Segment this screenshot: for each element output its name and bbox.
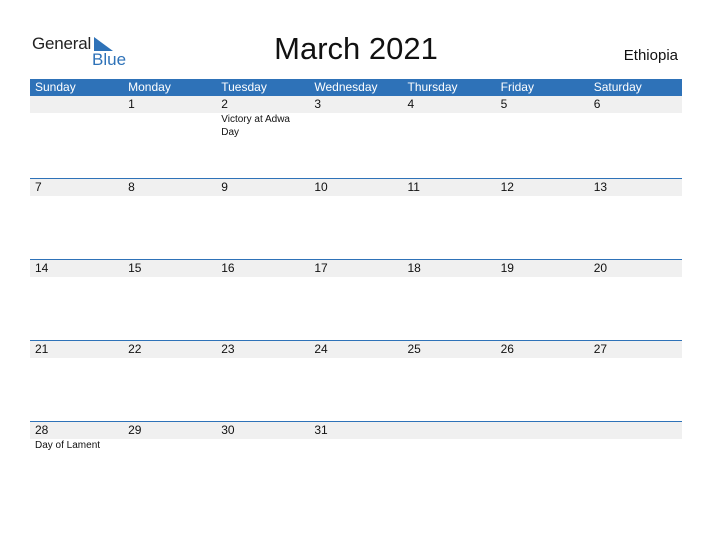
day-number: 6 [593,97,601,111]
day-cell: 17 [309,260,402,277]
day-number: 23 [221,342,235,356]
day-number: 8 [128,180,135,194]
weekday-wednesday: Wednesday [314,80,378,94]
day-number: 5 [500,97,508,111]
day-cell: 13 [589,179,682,196]
week-row: 14 15 16 17 18 19 20 [30,259,682,340]
day-cell: 3 [309,96,402,139]
day-cell: 16 [216,260,309,277]
day-number: 28 [35,423,49,437]
day-number: 21 [35,342,49,356]
day-cell: 4 [403,96,496,139]
weekday-sunday: Sunday [35,80,76,94]
day-number: 29 [128,423,142,437]
day-number: 31 [314,423,328,437]
day-number [408,422,496,439]
week-row: 1 2 Victory at Adwa Day 3 4 5 6 [30,96,682,178]
weekday-tuesday: Tuesday [221,80,267,94]
week-cells: 28 Day of Lament 29 30 31 [30,422,682,452]
day-number: 3 [314,97,322,111]
day-number: 12 [500,180,514,194]
calendar-grid: Sunday Monday Tuesday Wednesday Thursday… [30,79,682,502]
day-cell: 29 [123,422,216,452]
day-number [594,422,682,439]
day-cell: 20 [589,260,682,277]
day-number: 27 [593,342,608,356]
day-number: 19 [500,261,514,275]
day-cell: 8 [123,179,216,196]
day-cell: 7 [30,179,123,196]
day-cell: 2 Victory at Adwa Day [216,96,309,139]
day-number: 20 [593,261,608,275]
day-cell: 5 [496,96,589,139]
weekday-thursday: Thursday [407,80,458,94]
day-number: 2 [221,97,228,111]
week-cells: 1 2 Victory at Adwa Day 3 4 5 6 [30,96,682,139]
day-cell: 9 [216,179,309,196]
day-number: 25 [407,342,421,356]
day-number: 30 [221,423,235,437]
weekday-header: Sunday Monday Tuesday Wednesday Thursday… [30,79,682,96]
day-cell: 10 [309,179,402,196]
day-cell: 31 [309,422,402,452]
week-cells: 21 22 23 24 25 26 27 [30,341,682,358]
weekday-saturday: Saturday [593,80,642,94]
day-number: 14 [35,261,49,275]
day-number: 7 [35,180,42,194]
day-number: 17 [314,261,328,275]
day-cell: 1 [123,96,216,139]
day-number: 22 [128,342,142,356]
day-number: 13 [593,180,608,194]
day-cell: 15 [123,260,216,277]
day-number: 9 [221,180,228,194]
holiday-label: Victory at Adwa Day [221,114,290,138]
week-row: 28 Day of Lament 29 30 31 [30,421,682,502]
calendar-title: March 2021 [274,31,438,66]
day-cell [589,422,682,452]
day-cell: 26 [496,341,589,358]
day-cell: 28 Day of Lament [30,422,123,452]
day-cell: 21 [30,341,123,358]
week-cells: 14 15 16 17 18 19 20 [30,260,682,277]
day-cell: 22 [123,341,216,358]
country-label: Ethiopia [623,47,678,64]
day-number: 16 [221,261,235,275]
day-number: 11 [407,180,420,194]
day-cell [30,96,123,139]
day-number [501,422,589,439]
weekday-monday: Monday [128,80,171,94]
day-cell: 25 [403,341,496,358]
day-number: 15 [128,261,142,275]
day-cell: 14 [30,260,123,277]
week-row: 21 22 23 24 25 26 27 [30,340,682,421]
day-cell [403,422,496,452]
day-number: 26 [500,342,514,356]
holiday-label: Day of Lament [35,440,101,451]
day-number: 1 [128,97,135,111]
day-cell: 11 [403,179,496,196]
day-number: 24 [314,342,328,356]
week-cells: 7 8 9 10 11 12 13 [30,179,682,196]
day-cell: 27 [589,341,682,358]
day-cell: 18 [403,260,496,277]
day-cell: 6 [589,96,682,139]
day-cell: 19 [496,260,589,277]
day-cell: 23 [216,341,309,358]
day-number: 10 [314,180,328,194]
day-number [35,96,123,113]
day-cell: 24 [309,341,402,358]
day-cell: 12 [496,179,589,196]
week-row: 7 8 9 10 11 12 13 [30,178,682,259]
day-cell [496,422,589,452]
day-cell: 30 [216,422,309,452]
day-number: 4 [407,97,415,111]
weeks-container: 1 2 Victory at Adwa Day 3 4 5 6 7 8 9 10 11 12 13 14 15… [30,96,682,502]
day-number: 18 [407,261,421,275]
weekday-friday: Friday [500,80,534,94]
